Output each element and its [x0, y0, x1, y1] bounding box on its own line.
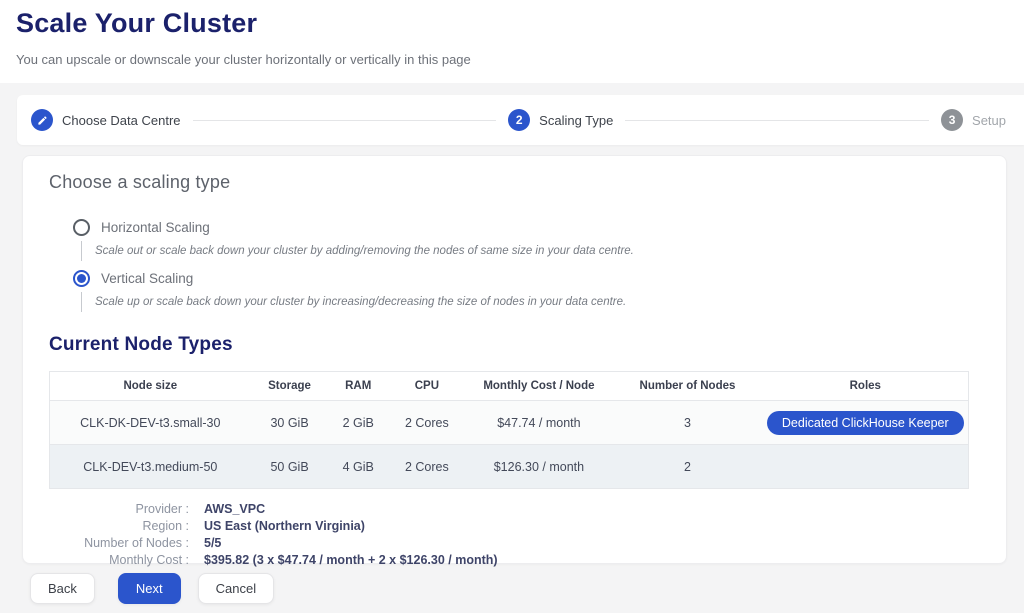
col-header-cpu: CPU [388, 372, 466, 401]
role-badge-dedicated-keeper: Dedicated ClickHouse Keeper [767, 411, 964, 435]
detail-label: Provider : [49, 502, 189, 516]
detail-value: AWS_VPC [204, 502, 265, 516]
table-header-row: Node size Storage RAM CPU Monthly Cost /… [50, 372, 969, 401]
stepper: Choose Data Centre 2 Scaling Type 3 Setu… [17, 95, 1024, 145]
cell-storage: 30 GiB [251, 401, 329, 445]
page-subtitle: You can upscale or downscale your cluste… [16, 52, 1008, 67]
step-1-circle [31, 109, 53, 131]
step-2-label: Scaling Type [539, 113, 613, 128]
step-1-label: Choose Data Centre [62, 113, 181, 128]
step-setup[interactable]: 3 Setup [941, 109, 1006, 131]
edit-icon [37, 115, 48, 126]
stepper-connector [625, 120, 929, 121]
detail-number-of-nodes: Number of Nodes : 5/5 [49, 536, 978, 550]
detail-label: Region : [49, 519, 189, 533]
current-node-types-heading: Current Node Types [49, 334, 978, 356]
detail-provider: Provider : AWS_VPC [49, 502, 978, 516]
detail-region: Region : US East (Northern Virginia) [49, 519, 978, 533]
cell-cpu: 2 Cores [388, 401, 466, 445]
cancel-button[interactable]: Cancel [198, 573, 274, 604]
col-header-roles: Roles [763, 372, 968, 401]
next-button[interactable]: Next [118, 573, 181, 604]
step-2-circle: 2 [508, 109, 530, 131]
cell-number-of-nodes: 3 [612, 401, 763, 445]
stepper-connector [193, 120, 497, 121]
step-3-circle: 3 [941, 109, 963, 131]
detail-label: Number of Nodes : [49, 536, 189, 550]
step-choose-data-centre[interactable]: Choose Data Centre [31, 109, 181, 131]
table-row: CLK-DK-DEV-t3.small-30 30 GiB 2 GiB 2 Co… [50, 401, 969, 445]
step-scaling-type[interactable]: 2 Scaling Type [508, 109, 613, 131]
table-row: CLK-DEV-t3.medium-50 50 GiB 4 GiB 2 Core… [50, 445, 969, 489]
cell-storage: 50 GiB [251, 445, 329, 489]
cell-roles: Dedicated ClickHouse Keeper [763, 401, 968, 445]
cell-ram: 2 GiB [328, 401, 388, 445]
detail-value: $395.82 (3 x $47.74 / month + 2 x $126.3… [204, 553, 498, 567]
cell-roles [763, 445, 968, 489]
page-header: Scale Your Cluster You can upscale or do… [0, 0, 1024, 83]
col-header-monthly-cost: Monthly Cost / Node [466, 372, 612, 401]
col-header-storage: Storage [251, 372, 329, 401]
scaling-type-radio-group: Horizontal Scaling Scale out or scale ba… [73, 219, 978, 312]
detail-label: Monthly Cost : [49, 553, 189, 567]
radio-horizontal-scaling[interactable]: Horizontal Scaling [73, 219, 978, 236]
col-header-ram: RAM [328, 372, 388, 401]
step-3-label: Setup [972, 113, 1006, 128]
back-button[interactable]: Back [30, 573, 95, 604]
col-header-number-of-nodes: Number of Nodes [612, 372, 763, 401]
scaling-type-card: Choose a scaling type Horizontal Scaling… [22, 155, 1007, 564]
action-bar: Back Next Cancel [30, 573, 1024, 604]
cell-number-of-nodes: 2 [612, 445, 763, 489]
radio-dot [77, 274, 86, 283]
node-types-table: Node size Storage RAM CPU Monthly Cost /… [49, 371, 969, 489]
detail-value: US East (Northern Virginia) [204, 519, 365, 533]
radio-vertical-label: Vertical Scaling [101, 271, 193, 286]
page-title: Scale Your Cluster [16, 8, 1008, 39]
col-header-node-size: Node size [50, 372, 251, 401]
radio-horizontal-label: Horizontal Scaling [101, 220, 210, 235]
cell-node-size: CLK-DEV-t3.medium-50 [50, 445, 251, 489]
cell-node-size: CLK-DK-DEV-t3.small-30 [50, 401, 251, 445]
scaling-section-heading: Choose a scaling type [49, 172, 978, 193]
cell-monthly-cost: $47.74 / month [466, 401, 612, 445]
cell-ram: 4 GiB [328, 445, 388, 489]
vertical-scaling-description: Scale up or scale back down your cluster… [81, 292, 978, 312]
cell-cpu: 2 Cores [388, 445, 466, 489]
detail-monthly-cost: Monthly Cost : $395.82 (3 x $47.74 / mon… [49, 553, 978, 567]
radio-vertical-scaling[interactable]: Vertical Scaling [73, 270, 978, 287]
cell-monthly-cost: $126.30 / month [466, 445, 612, 489]
radio-selected-icon[interactable] [73, 270, 90, 287]
detail-value: 5/5 [204, 536, 221, 550]
horizontal-scaling-description: Scale out or scale back down your cluste… [81, 241, 978, 261]
cluster-details: Provider : AWS_VPC Region : US East (Nor… [49, 502, 978, 567]
radio-unselected-icon[interactable] [73, 219, 90, 236]
